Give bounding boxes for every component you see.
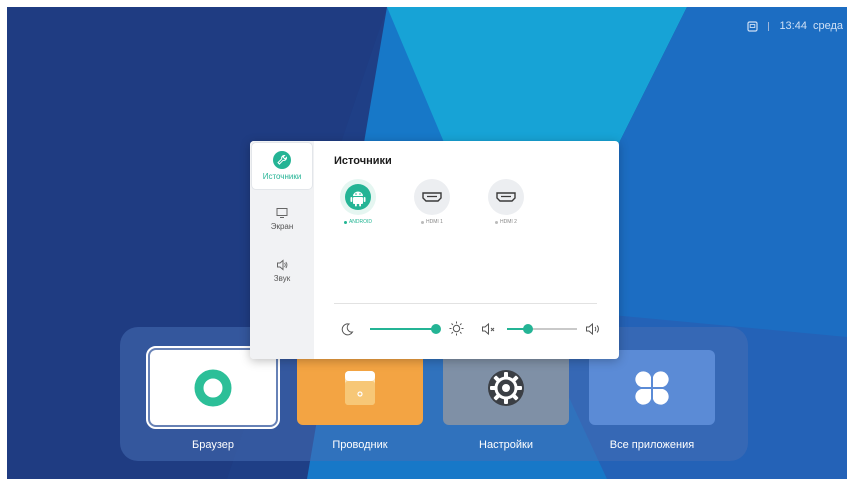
panel-title: Источники xyxy=(334,155,392,167)
mute-icon xyxy=(482,322,495,336)
status-separator xyxy=(768,21,770,31)
input-source-icon[interactable] xyxy=(747,20,759,32)
gear-icon xyxy=(488,369,524,406)
sidebar-item-sound[interactable]: Звук xyxy=(250,259,314,283)
sidebar-label-sound: Звук xyxy=(273,274,291,283)
source-android[interactable]: ANDROID xyxy=(328,179,388,225)
sun-icon xyxy=(449,321,464,336)
app-label-browser: Браузер xyxy=(192,439,234,451)
app-tile-browser[interactable] xyxy=(146,346,280,429)
app-tile-all-apps[interactable] xyxy=(589,350,715,425)
source-hdmi2[interactable]: HDMI 2 xyxy=(476,179,536,225)
source-hdmi1[interactable]: HDMI 1 xyxy=(402,179,462,225)
brightness-knob[interactable] xyxy=(431,324,441,334)
app-tile-settings[interactable] xyxy=(443,350,569,425)
folder-icon xyxy=(345,370,375,405)
monitor-icon xyxy=(276,208,288,218)
source-android-text: ANDROID xyxy=(348,219,373,225)
wrench-icon xyxy=(273,151,291,169)
android-icon xyxy=(345,184,371,210)
clock-time: 13:44 xyxy=(779,20,807,32)
sidebar-item-screen[interactable]: Экран xyxy=(250,207,314,231)
app-label-all-apps: Все приложения xyxy=(609,439,695,451)
panel-sidebar: Источники Экран Звук xyxy=(250,141,314,359)
source-hdmi1-circle xyxy=(414,179,450,215)
app-label-settings: Настройки xyxy=(479,439,533,451)
home-screen: 13:44 среда Браузер Проводник Настройки … xyxy=(7,7,847,479)
volume-icon xyxy=(586,322,599,336)
panel-divider xyxy=(334,303,597,304)
sidebar-label-sources: Источники xyxy=(262,172,302,181)
brightness-slider-row xyxy=(340,319,470,339)
moon-icon xyxy=(341,323,354,336)
hdmi-icon xyxy=(422,192,442,202)
source-hdmi1-label: HDMI 1 xyxy=(421,219,443,225)
sidebar-label-screen: Экран xyxy=(270,222,294,231)
app-tile-explorer[interactable] xyxy=(297,350,423,425)
source-android-circle xyxy=(340,179,376,215)
speaker-icon xyxy=(277,259,288,271)
source-hdmi2-circle xyxy=(488,179,524,215)
clock-day: среда xyxy=(812,20,843,32)
brightness-fill xyxy=(370,328,436,330)
volume-knob[interactable] xyxy=(523,324,533,334)
status-bar: 13:44 среда xyxy=(747,20,843,32)
four-petal-icon xyxy=(635,370,669,405)
browser-ring-icon xyxy=(194,369,232,406)
sidebar-item-sources[interactable]: Источники xyxy=(252,143,312,189)
app-label-explorer: Проводник xyxy=(332,439,388,451)
source-android-label: ANDROID xyxy=(343,219,373,225)
hdmi-icon xyxy=(496,192,516,202)
source-hdmi1-text: HDMI 1 xyxy=(426,219,443,225)
quick-settings-panel: Источники Экран Звук Источники ANDROID H… xyxy=(250,141,619,359)
source-hdmi2-label: HDMI 2 xyxy=(495,219,517,225)
volume-slider-row xyxy=(481,319,605,339)
source-hdmi2-text: HDMI 2 xyxy=(500,219,517,225)
